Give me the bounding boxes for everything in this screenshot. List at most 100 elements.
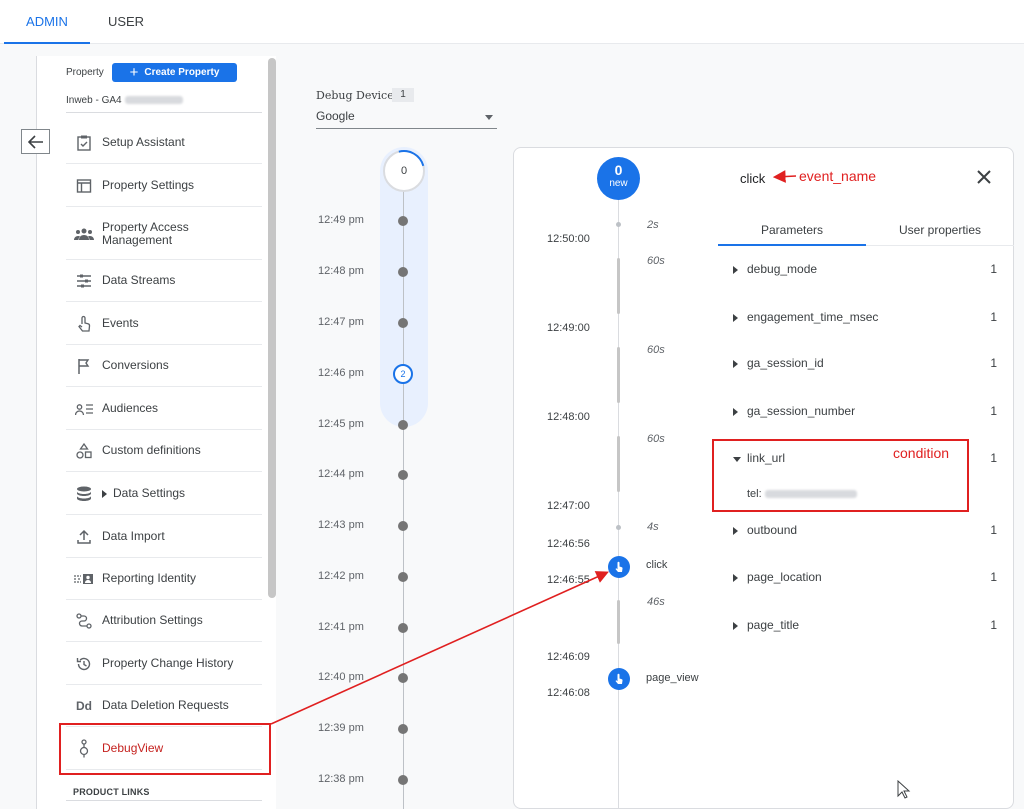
annotation-event-name: event_name <box>799 168 877 184</box>
debug-device-select[interactable]: Google <box>316 109 497 129</box>
audience-icon <box>66 402 102 416</box>
sidebar-item-data-settings[interactable]: Data Settings <box>66 473 262 515</box>
sidebar-item-property-change-history[interactable]: Property Change History <box>66 643 262 685</box>
minute-label: 12:42 pm <box>318 570 364 582</box>
tab-user-properties[interactable]: User properties <box>866 210 1014 246</box>
minute-row-active[interactable]: 12:46 pm 2 <box>300 364 420 384</box>
parameter-name: ga_session_id <box>747 356 824 370</box>
minute-dot <box>398 267 408 277</box>
back-button[interactable] <box>21 129 50 154</box>
timestamp-label: 12:46:08 <box>547 687 590 699</box>
minutes-stream-top-counter[interactable]: 0 <box>375 142 433 200</box>
minute-row[interactable]: 12:49 pm <box>300 211 420 231</box>
minute-row[interactable]: 12:42 pm <box>300 567 420 587</box>
minute-label: 12:47 pm <box>318 316 364 328</box>
sidebar-item-conversions[interactable]: Conversions <box>66 345 262 387</box>
parameter-name: page_title <box>747 618 800 632</box>
shapes-icon <box>66 442 102 459</box>
minute-row[interactable]: 12:39 pm <box>300 719 420 739</box>
new-events-bubble[interactable]: 0 new <box>597 157 640 200</box>
touch-icon <box>615 673 623 684</box>
minute-row[interactable]: 12:41 pm <box>300 618 420 638</box>
minute-row[interactable]: 12:48 pm <box>300 262 420 282</box>
time-gap-label: 60s <box>647 433 665 445</box>
sidebar-item-label: Data Deletion Requests <box>102 698 229 712</box>
sidebar-item-data-import[interactable]: Data Import <box>66 516 262 558</box>
sidebar-item-attribution-settings[interactable]: Attribution Settings <box>66 600 262 642</box>
expand-arrow-icon <box>733 360 738 368</box>
parameter-row[interactable]: engagement_time_msec 1 <box>733 310 1003 326</box>
time-gap-label: 60s <box>647 344 665 356</box>
minute-row[interactable]: 12:40 pm <box>300 668 420 688</box>
sidebar-item-label: Reporting Identity <box>102 571 197 585</box>
sidebar-item-label: Data Import <box>102 529 165 543</box>
event-name-click[interactable]: click <box>646 559 667 571</box>
minute-dot <box>398 623 408 633</box>
minute-dot <box>398 724 408 734</box>
minute-row[interactable]: 12:38 pm <box>300 770 420 790</box>
event-click-marker[interactable] <box>608 556 630 578</box>
minute-label: 12:45 pm <box>318 418 364 430</box>
sidebar-item-custom-definitions[interactable]: Custom definitions <box>66 430 262 472</box>
parameter-row[interactable]: outbound 1 <box>733 523 1003 539</box>
parameter-row[interactable]: page_location 1 <box>733 570 1003 586</box>
database-icon <box>66 486 102 502</box>
new-events-label: new <box>609 178 628 189</box>
minute-dot <box>398 673 408 683</box>
sidebar-item-property-settings[interactable]: Property Settings <box>66 165 262 207</box>
minute-event-count: 2 <box>393 364 413 384</box>
arrow-left-icon <box>27 134 43 149</box>
minute-row[interactable]: 12:43 pm <box>300 516 420 536</box>
product-links-heading: PRODUCT LINKS <box>73 787 150 797</box>
minute-label: 12:49 pm <box>318 214 364 226</box>
sidebar-item-audiences[interactable]: Audiences <box>66 388 262 430</box>
event-details-title: click <box>740 171 766 186</box>
time-gap-label: 60s <box>647 255 665 267</box>
nav-scrollbar[interactable] <box>268 58 276 598</box>
tab-admin[interactable]: ADMIN <box>4 0 90 44</box>
sidebar-item-data-deletion-requests[interactable]: Dd Data Deletion Requests <box>66 685 262 727</box>
minute-label: 12:38 pm <box>318 773 364 785</box>
sidebar-item-reporting-identity[interactable]: Reporting Identity <box>66 558 262 600</box>
parameter-row[interactable]: page_title 1 <box>733 618 1003 634</box>
identity-icon <box>66 573 102 585</box>
sidebar-item-setup-assistant[interactable]: Setup Assistant <box>66 122 262 164</box>
minute-dot <box>398 775 408 785</box>
stream-gap-bar <box>617 258 620 314</box>
time-gap-label: 46s <box>647 596 665 608</box>
stream-gap-bar <box>617 600 620 644</box>
timestamp-label: 12:49:00 <box>547 322 590 334</box>
property-selector[interactable]: Inweb - GA4 <box>66 95 183 106</box>
mouse-cursor-icon <box>897 780 911 799</box>
sidebar-item-label: Events <box>102 316 139 330</box>
minute-row[interactable]: 12:47 pm <box>300 313 420 333</box>
parameter-row[interactable]: debug_mode 1 <box>733 262 1003 278</box>
minute-row[interactable]: 12:45 pm <box>300 415 420 435</box>
event-name-page-view[interactable]: page_view <box>646 672 699 684</box>
time-gap-label: 4s <box>647 521 659 533</box>
sidebar-item-data-streams[interactable]: Data Streams <box>66 260 262 302</box>
close-icon[interactable] <box>975 168 993 186</box>
minute-label: 12:41 pm <box>318 621 364 633</box>
parameter-name: page_location <box>747 570 822 584</box>
parameter-row[interactable]: ga_session_number 1 <box>733 404 1003 420</box>
event-page-view-marker[interactable] <box>608 668 630 690</box>
timestamp-label: 12:46:55 <box>547 574 590 586</box>
timestamp-label: 12:46:09 <box>547 651 590 663</box>
parameter-value: 1 <box>990 262 997 276</box>
sidebar-item-label: Property Access Management <box>102 219 189 247</box>
tab-parameters[interactable]: Parameters <box>718 210 866 246</box>
sidebar-item-label: Attribution Settings <box>102 613 203 627</box>
stream-gap-bar <box>617 436 620 492</box>
create-property-button[interactable]: + Create Property <box>112 63 237 82</box>
minute-row[interactable]: 12:44 pm <box>300 465 420 485</box>
timestamp-label: 12:47:00 <box>547 500 590 512</box>
details-tabs: Parameters User properties <box>718 210 1014 246</box>
property-label: Property <box>66 67 104 78</box>
sidebar-item-label: Custom definitions <box>102 443 201 457</box>
sidebar-item-property-access-management[interactable]: Property Access Management <box>66 208 262 260</box>
sidebar-item-events[interactable]: Events <box>66 303 262 345</box>
tab-user[interactable]: USER <box>90 0 162 44</box>
parameter-row[interactable]: ga_session_id 1 <box>733 356 1003 372</box>
window-icon <box>66 178 102 194</box>
